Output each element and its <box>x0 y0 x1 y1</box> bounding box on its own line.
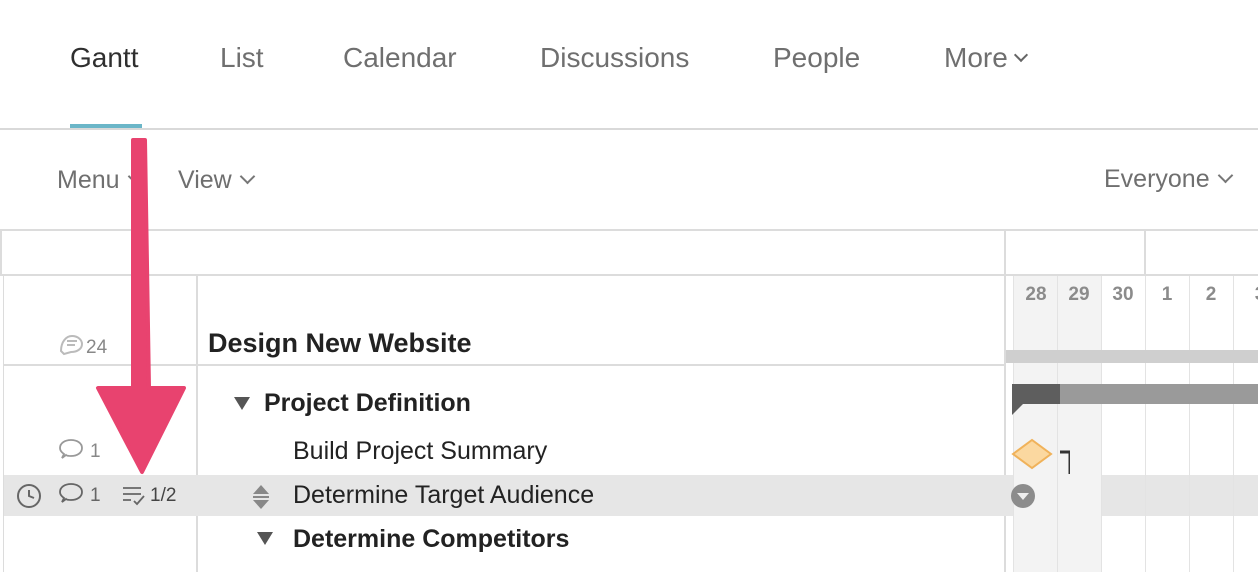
day-column-line <box>1101 276 1102 572</box>
project-title[interactable]: Design New Website <box>208 328 472 359</box>
menu-dropdown[interactable]: Menu <box>57 166 143 195</box>
tab-list-label: List <box>220 42 264 73</box>
toolbar-divider <box>0 229 1258 231</box>
checklist-count: 1/2 <box>150 485 177 506</box>
tab-calendar-label: Calendar <box>343 42 457 73</box>
tab-gantt-label: Gantt <box>70 42 139 73</box>
collapse-triangle-icon[interactable] <box>234 397 250 410</box>
day-label: 2 <box>1205 284 1217 305</box>
meta-column-divider <box>196 276 198 572</box>
comments-icon <box>59 334 84 356</box>
day-label: 3 <box>1240 284 1258 306</box>
project-row-divider <box>4 364 1004 366</box>
tab-more[interactable]: More <box>944 42 1028 74</box>
comment-count: 1 <box>90 485 101 506</box>
chevron-down-icon <box>1013 47 1028 63</box>
project-summary-bar[interactable] <box>1006 350 1258 363</box>
day-column-line <box>1233 276 1234 572</box>
task-name-build-project-summary[interactable]: Build Project Summary <box>293 437 547 466</box>
drag-handle-icon[interactable] <box>251 483 271 511</box>
grid-left-border <box>3 276 4 572</box>
comment-icon[interactable] <box>58 438 84 462</box>
day-label: 30 <box>1112 284 1134 305</box>
comment-count: 1 <box>90 441 101 462</box>
chevron-down-icon <box>127 168 143 185</box>
week-divider <box>1144 229 1146 275</box>
tab-discussions[interactable]: Discussions <box>540 42 689 74</box>
project-comment-count: 24 <box>86 337 108 358</box>
collapse-triangle-icon[interactable] <box>257 532 273 545</box>
task-name-project-definition[interactable]: Project Definition <box>264 389 471 418</box>
assignee-filter-dropdown[interactable]: Everyone <box>1104 165 1233 194</box>
nav-divider <box>0 128 1258 130</box>
task-name-determine-target-audience[interactable]: Determine Target Audience <box>293 481 594 510</box>
chevron-down-icon <box>1217 167 1233 184</box>
day-label: 29 <box>1068 284 1090 305</box>
day-column-line <box>1057 276 1058 572</box>
milestone-diamond-icon[interactable] <box>1010 436 1070 476</box>
day-column-line <box>1145 276 1146 572</box>
view-dropdown[interactable]: View <box>178 166 256 195</box>
menu-label: Menu <box>57 166 120 194</box>
day-column-line <box>1189 276 1190 572</box>
clock-icon[interactable] <box>15 482 43 510</box>
tab-more-label: More <box>944 42 1008 73</box>
comment-icon[interactable] <box>58 482 84 506</box>
assignee-filter-label: Everyone <box>1104 165 1210 193</box>
tab-people-label: People <box>773 42 861 73</box>
checklist-icon[interactable] <box>122 485 146 507</box>
group-bar-progress <box>1012 384 1060 404</box>
task-options-icon[interactable] <box>1009 482 1037 510</box>
tab-gantt[interactable]: Gantt <box>70 42 138 74</box>
tab-calendar[interactable]: Calendar <box>343 42 457 74</box>
tab-people[interactable]: People <box>773 42 860 74</box>
group-bar-end-cap <box>1012 403 1024 415</box>
day-label: 28 <box>1025 284 1047 305</box>
day-label: 1 <box>1161 284 1173 305</box>
tab-list[interactable]: List <box>220 42 264 74</box>
tab-discussions-label: Discussions <box>540 42 690 73</box>
view-label: View <box>178 166 232 194</box>
chevron-down-icon <box>239 168 256 185</box>
timeline-divider <box>1004 229 1006 572</box>
task-name-determine-competitors[interactable]: Determine Competitors <box>293 525 569 554</box>
day-column-line <box>1013 276 1014 572</box>
grid-border <box>0 229 2 275</box>
